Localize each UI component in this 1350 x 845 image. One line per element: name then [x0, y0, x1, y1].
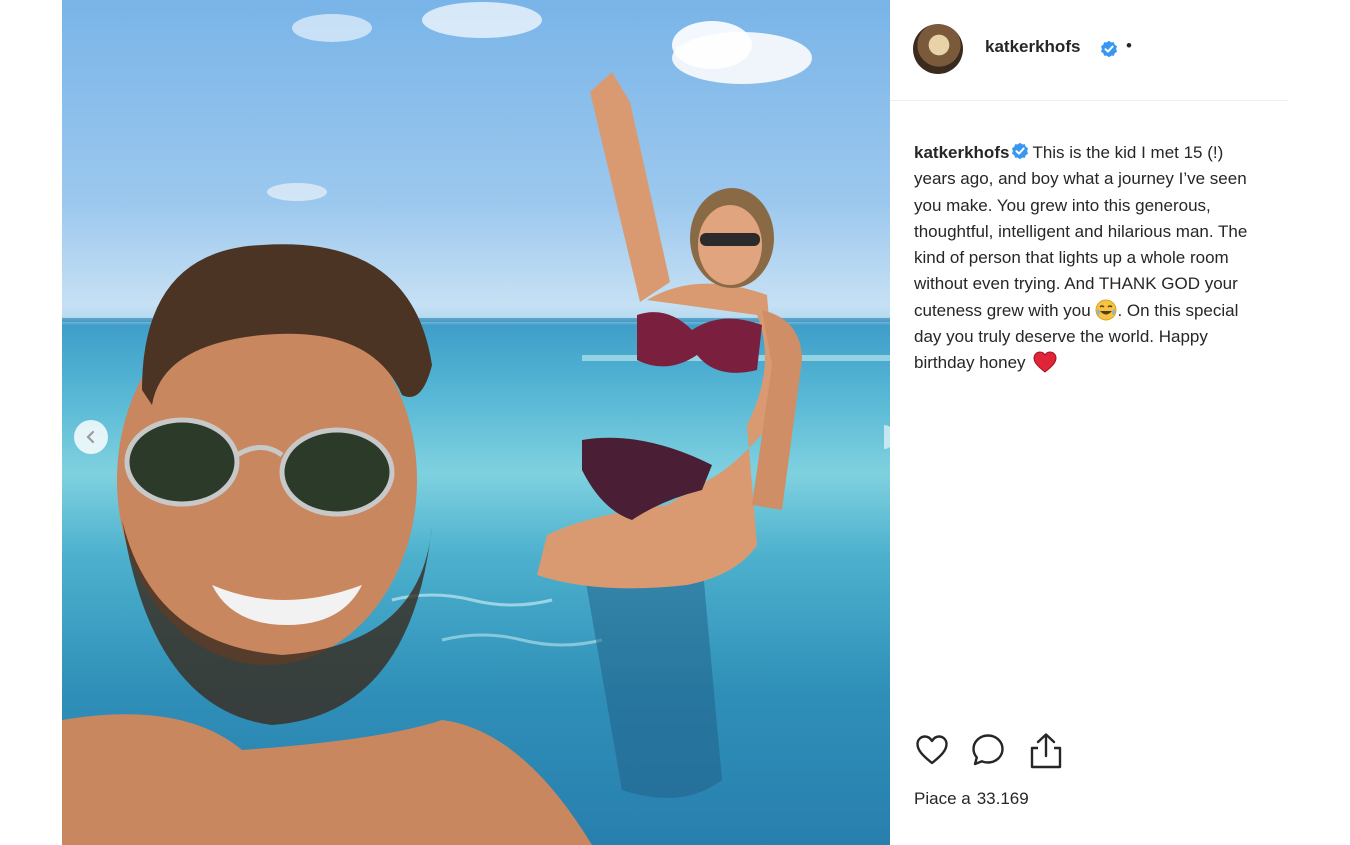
likes-summary[interactable]: Piace a 33.169	[914, 789, 1029, 809]
avatar[interactable]	[913, 24, 963, 74]
post-header: katkerkhofs •	[890, 0, 1288, 101]
tears-of-joy-emoji-icon	[1095, 299, 1117, 321]
share-upload-icon[interactable]	[1028, 732, 1064, 770]
header-username[interactable]: katkerkhofs	[985, 37, 1080, 57]
header-separator: •	[1126, 36, 1132, 55]
verified-badge-icon	[1101, 40, 1117, 58]
caption-text-part1: This is the kid I met 15 (!) years ago, …	[914, 143, 1248, 320]
likes-count: 33.169	[976, 789, 1029, 808]
post-side-panel: katkerkhofs • katkerkhofs This is the kid…	[890, 0, 1288, 845]
post-photo	[62, 0, 890, 845]
comment-bubble-icon[interactable]	[970, 732, 1006, 768]
red-heart-emoji-icon	[1033, 351, 1057, 374]
post-caption: katkerkhofs This is the kid I met 15 (!) …	[914, 140, 1266, 377]
verified-badge-icon	[1012, 142, 1029, 160]
caption-username[interactable]: katkerkhofs	[914, 143, 1009, 162]
chevron-left-icon	[86, 430, 95, 444]
carousel-prev-button[interactable]	[74, 420, 108, 454]
likes-label: Piace a	[914, 789, 971, 808]
photo-illustration	[62, 2, 890, 845]
heart-outline-icon[interactable]	[914, 732, 950, 768]
